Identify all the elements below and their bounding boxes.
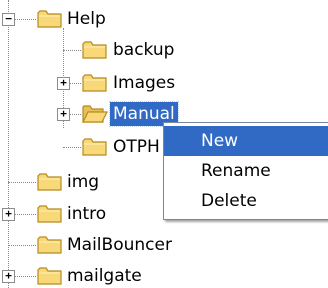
folder-icon: [37, 173, 62, 191]
tree-line: [70, 114, 81, 115]
tree-line: [14, 19, 36, 20]
tree-line: [70, 83, 81, 84]
open-folder-icon: [82, 105, 108, 123]
tree-line: [14, 276, 36, 277]
tree-node-mailbouncer[interactable]: MailBouncer: [64, 233, 175, 257]
tree-line: [8, 182, 36, 183]
plus-icon: +: [60, 76, 67, 89]
tree-node-img[interactable]: img: [64, 170, 102, 194]
tree-node-images[interactable]: Images: [110, 71, 178, 95]
menu-item-delete[interactable]: Delete: [164, 186, 328, 216]
folder-icon: [37, 205, 62, 223]
tree-line: [63, 50, 81, 51]
folder-icon: [37, 236, 62, 254]
expand-button-intro[interactable]: +: [2, 208, 15, 221]
plus-icon: +: [5, 269, 12, 282]
tree-line: [14, 214, 36, 215]
folder-icon: [82, 41, 107, 59]
minus-icon: −: [5, 12, 12, 25]
tree-node-mailgate[interactable]: mailgate: [64, 264, 145, 288]
collapse-button-help[interactable]: −: [2, 13, 15, 26]
tree-node-intro[interactable]: intro: [64, 202, 109, 226]
folder-icon: [37, 10, 62, 28]
tree-node-otph[interactable]: OTPH: [110, 135, 163, 159]
tree-line: [63, 147, 81, 148]
folder-icon: [37, 267, 62, 285]
folder-icon: [82, 74, 107, 92]
expand-button-manual[interactable]: +: [57, 108, 70, 121]
expand-button-mailgate[interactable]: +: [2, 270, 15, 283]
tree-line: [8, 245, 36, 246]
context-menu: New Rename Delete: [163, 122, 328, 220]
menu-item-new[interactable]: New: [164, 126, 328, 156]
folder-icon: [82, 138, 107, 156]
menu-item-rename[interactable]: Rename: [164, 156, 328, 186]
tree-node-help[interactable]: Help: [64, 7, 109, 31]
plus-icon: +: [5, 207, 12, 220]
expand-button-images[interactable]: +: [57, 77, 70, 90]
tree-node-backup[interactable]: backup: [110, 38, 177, 62]
plus-icon: +: [60, 107, 67, 120]
